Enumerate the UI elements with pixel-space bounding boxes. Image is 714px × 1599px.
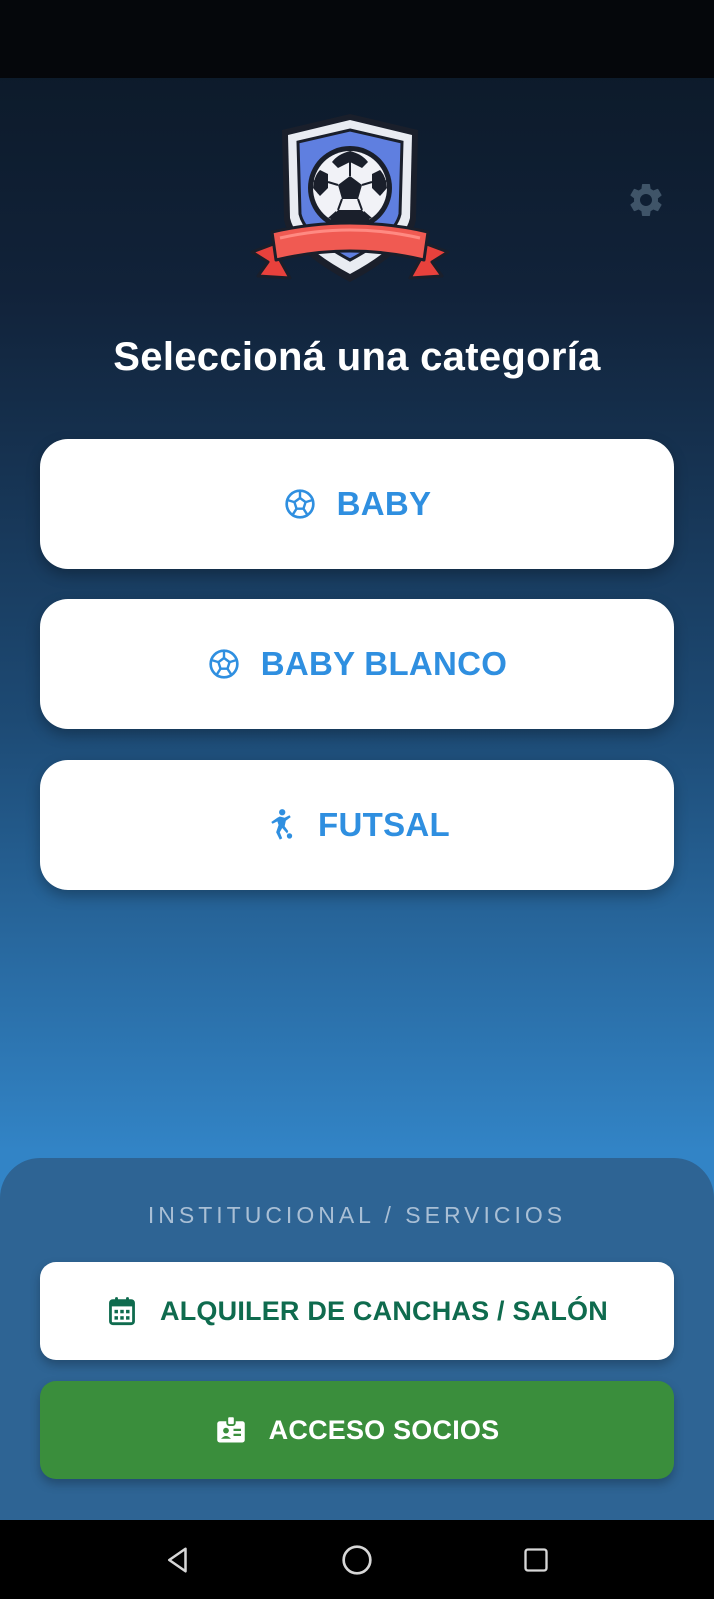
category-label: BABY	[336, 485, 432, 522]
category-baby-blanco-button[interactable]: BABY BLANCO	[40, 599, 674, 729]
nav-home-button[interactable]	[329, 1532, 385, 1588]
club-logo	[250, 110, 450, 290]
nav-recents-button[interactable]	[508, 1532, 564, 1588]
id-badge-icon	[215, 1414, 247, 1446]
services-title: INSTITUCIONAL / SERVICIOS	[147, 1202, 567, 1228]
home-icon	[342, 1545, 372, 1575]
soccer-ball-icon	[207, 647, 241, 681]
category-label: BABY BLANCO	[260, 645, 508, 682]
app-screen: Seleccioná una categoría BABY BABY BLANC…	[0, 0, 714, 1599]
acceso-socios-label: ACCESO SOCIOS	[268, 1414, 500, 1445]
category-futsal-button[interactable]: FUTSAL	[40, 760, 674, 890]
gear-icon	[630, 184, 662, 216]
acceso-socios-button[interactable]: ACCESO SOCIOS	[40, 1381, 674, 1479]
category-label: FUTSAL	[318, 806, 450, 843]
calendar-icon	[106, 1295, 138, 1327]
system-nav-bar	[0, 1520, 714, 1599]
status-bar	[0, 0, 714, 78]
settings-button[interactable]	[622, 176, 670, 224]
alquiler-label: ALQUILER DE CANCHAS / SALÓN	[160, 1295, 608, 1326]
category-baby-button[interactable]: BABY	[40, 439, 674, 569]
back-icon	[168, 1547, 187, 1573]
page-title: Seleccioná una categoría	[113, 335, 601, 379]
alquiler-button[interactable]: ALQUILER DE CANCHAS / SALÓN	[40, 1262, 674, 1360]
player-kick-icon	[264, 808, 298, 842]
nav-back-button[interactable]	[150, 1532, 206, 1588]
recents-icon	[524, 1548, 548, 1572]
soccer-ball-icon	[283, 487, 317, 521]
